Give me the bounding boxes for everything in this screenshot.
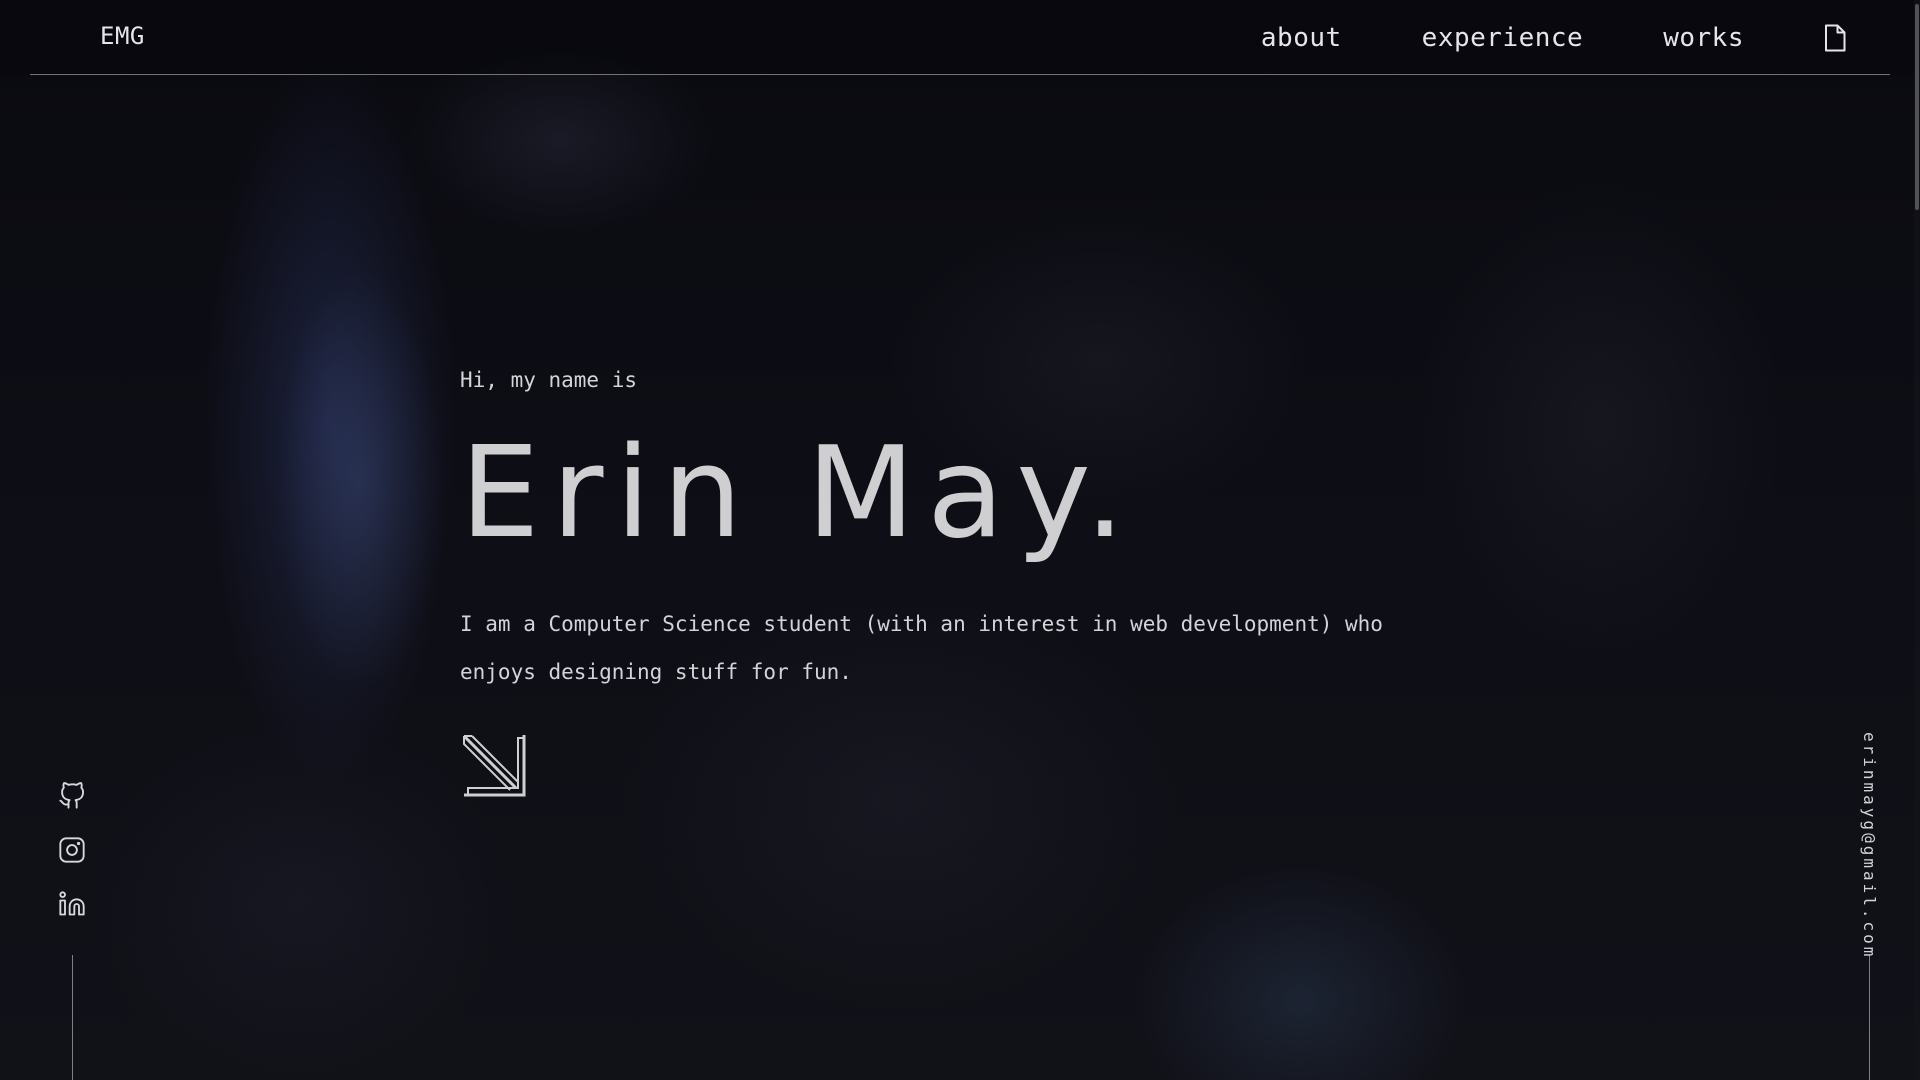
linkedin-link[interactable] bbox=[58, 890, 86, 918]
linkedin-icon bbox=[59, 891, 85, 916]
nav-about[interactable]: about bbox=[1261, 23, 1342, 53]
arrow-down-right-icon[interactable] bbox=[460, 732, 528, 800]
main-nav: about experience works bbox=[1261, 20, 1920, 56]
header-divider bbox=[30, 74, 1890, 75]
github-link[interactable] bbox=[58, 782, 86, 810]
nav-experience[interactable]: experience bbox=[1422, 23, 1584, 53]
hero-greeting: Hi, my name is bbox=[460, 368, 638, 392]
left-vertical-line bbox=[72, 955, 73, 1080]
instagram-link[interactable] bbox=[58, 836, 86, 864]
email-link[interactable]: erinmayg@gmail.com bbox=[1860, 732, 1879, 959]
right-vertical-line bbox=[1869, 955, 1870, 1080]
hero-intro: I am a Computer Science student (with an… bbox=[460, 612, 1383, 684]
document-icon[interactable] bbox=[1824, 24, 1846, 52]
nav-works[interactable]: works bbox=[1663, 23, 1744, 53]
social-links bbox=[58, 782, 86, 944]
instagram-icon bbox=[59, 837, 85, 863]
scrollbar[interactable] bbox=[1914, 0, 1920, 1080]
scrollbar-thumb[interactable] bbox=[1915, 4, 1919, 210]
site-logo[interactable]: EMG bbox=[100, 22, 145, 50]
hero-name: Erin May. bbox=[460, 419, 1137, 566]
top-navbar: EMG about experience works bbox=[0, 0, 1920, 75]
github-icon bbox=[59, 782, 85, 809]
